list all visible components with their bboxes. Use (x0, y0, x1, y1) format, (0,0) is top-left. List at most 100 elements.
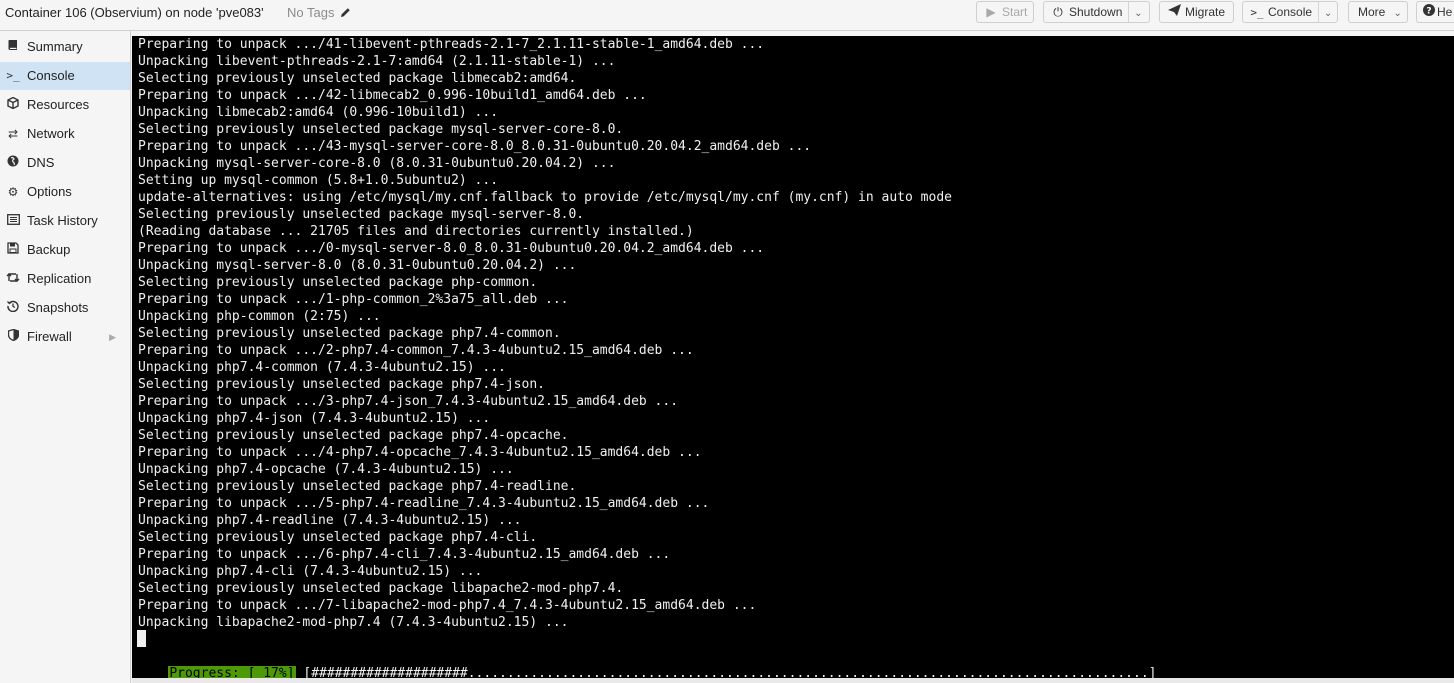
tags-label: No Tags (287, 5, 335, 20)
terminal-line: Unpacking libapache2-mod-php7.4 (7.4.3-4… (138, 615, 569, 630)
terminal-line: Selecting previously unselected package … (138, 326, 561, 341)
terminal-line: Selecting previously unselected package … (138, 71, 577, 86)
sidebar-item-network[interactable]: ⇄ Network (0, 120, 130, 148)
terminal-line: Selecting previously unselected package … (138, 530, 538, 545)
tags-editor[interactable]: No Tags (287, 5, 351, 20)
sidebar-item-label: Replication (27, 271, 92, 286)
sidebar-item-label: Task History (27, 213, 98, 228)
terminal-output: Preparing to unpack .../41-libevent-pthr… (138, 36, 952, 631)
sidebar-item-label: Backup (27, 242, 71, 257)
pencil-icon[interactable] (340, 7, 351, 18)
terminal-line: Preparing to unpack .../1-php-common_2%3… (138, 292, 569, 307)
sidebar-item-label: Network (27, 126, 75, 141)
sidebar-item-summary[interactable]: Summary (0, 33, 130, 61)
more-button[interactable]: More ⌄ (1348, 1, 1408, 23)
terminal-line: Selecting previously unselected package … (138, 428, 569, 443)
terminal-line: Unpacking php7.4-common (7.4.3-4ubuntu2.… (138, 360, 506, 375)
globe-icon (6, 149, 20, 177)
help-button[interactable]: ? He (1416, 1, 1454, 23)
progress-label: Progress: [ 17%] (168, 666, 296, 678)
sidebar-item-options[interactable]: ⚙ Options (0, 178, 130, 206)
terminal-line: Preparing to unpack .../41-libevent-pthr… (138, 37, 765, 52)
chevron-down-icon: ⌄ (1393, 8, 1402, 19)
sidebar-item-label: Snapshots (27, 300, 89, 315)
sidebar-item-resources[interactable]: Resources (0, 91, 130, 119)
sidebar-item-label: Resources (27, 97, 90, 112)
terminal-line: Unpacking libevent-pthreads-2.1-7:amd64 … (138, 54, 616, 69)
sidebar-item-backup[interactable]: Backup (0, 236, 130, 264)
sidebar-item-label: Options (27, 184, 72, 199)
start-button[interactable]: ▶ Start (976, 1, 1034, 23)
terminal-line: Unpacking mysql-server-core-8.0 (8.0.31-… (138, 156, 616, 171)
shutdown-label: Shutdown (1069, 5, 1123, 19)
terminal-line: Unpacking php7.4-opcache (7.4.3-4ubuntu2… (138, 462, 514, 477)
cube-icon (6, 91, 20, 119)
exchange-icon: ⇄ (7, 127, 19, 141)
terminal-line: Preparing to unpack .../5-php7.4-readlin… (138, 496, 710, 511)
migrate-label: Migrate (1185, 5, 1226, 19)
sidebar-item-label: DNS (27, 155, 55, 170)
terminal-line: (Reading database ... 21705 files and di… (138, 224, 694, 239)
terminal-line: Unpacking mysql-server-8.0 (8.0.31-0ubun… (138, 258, 577, 273)
sidebar-item-label: Firewall (27, 329, 72, 344)
sidebar-item-firewall[interactable]: Firewall ▶ (0, 323, 130, 351)
terminal-line: Unpacking php-common (2:75) ... (138, 309, 381, 324)
gear-icon: ⚙ (7, 185, 19, 199)
sidebar-item-snapshots[interactable]: Snapshots (0, 294, 130, 322)
svg-text:?: ? (1426, 7, 1431, 17)
start-label: Start (1002, 5, 1028, 19)
terminal-line: Unpacking libmecab2:amd64 (0.996-10build… (138, 105, 499, 120)
terminal-icon: >_ (6, 69, 20, 82)
send-icon (1166, 2, 1182, 22)
terminal-cursor (137, 630, 146, 647)
terminal-line: Selecting previously unselected package … (138, 207, 585, 222)
apt-progress: Progress: [ 17%] [####################..… (137, 648, 1156, 678)
terminal-line: Preparing to unpack .../2-php7.4-common_… (138, 343, 694, 358)
retweet-icon (6, 265, 20, 293)
terminal-line: Preparing to unpack .../6-php7.4-cli_7.4… (138, 547, 671, 562)
migrate-button[interactable]: Migrate (1159, 1, 1234, 23)
power-icon: ⏻ (1053, 5, 1063, 19)
terminal-line: update-alternatives: using /etc/mysql/my… (138, 190, 952, 205)
terminal-line: Unpacking php7.4-cli (7.4.3-4ubuntu2.15)… (138, 564, 483, 579)
book-icon (6, 33, 20, 61)
floppy-icon (6, 236, 20, 264)
console-bottom-edge (132, 678, 1454, 683)
shield-icon (6, 323, 20, 351)
terminal-line: Preparing to unpack .../43-mysql-server-… (138, 139, 812, 154)
terminal-line: Preparing to unpack .../42-libmecab2_0.9… (138, 88, 647, 103)
page-title: Container 106 (Observium) on node 'pve08… (5, 5, 264, 20)
more-label: More (1358, 5, 1386, 19)
chevron-down-icon[interactable]: ⌄ (1133, 4, 1143, 24)
terminal-line: Unpacking php7.4-json (7.4.3-4ubuntu2.15… (138, 411, 491, 426)
chevron-down-icon[interactable]: ⌄ (1323, 4, 1333, 24)
sidebar-item-dns[interactable]: DNS (0, 149, 130, 177)
console-button[interactable]: >_ Console ⌄ (1242, 1, 1338, 23)
sidebar: Summary >_ Console Resources ⇄ Network DNS… (0, 31, 131, 683)
progress-bar: [####################...................… (303, 666, 1157, 678)
top-toolbar: Container 106 (Observium) on node 'pve08… (0, 0, 1454, 31)
terminal-line: Unpacking php7.4-readline (7.4.3-4ubuntu… (138, 513, 522, 528)
terminal-line: Selecting previously unselected package … (138, 275, 538, 290)
terminal-line: Preparing to unpack .../3-php7.4-json_7.… (138, 394, 679, 409)
play-icon: ▶ (986, 5, 996, 19)
terminal-line: Selecting previously unselected package … (138, 122, 624, 137)
help-icon: ? (1423, 2, 1435, 22)
terminal-icon: >_ (1250, 6, 1264, 19)
shutdown-button[interactable]: ⏻ Shutdown ⌄ (1043, 1, 1150, 23)
terminal-line: Setting up mysql-common (5.8+1.0.5ubuntu… (138, 173, 499, 188)
terminal-line: Selecting previously unselected package … (138, 581, 624, 596)
sidebar-item-replication[interactable]: Replication (0, 265, 130, 293)
chevron-right-icon[interactable]: ▶ (109, 323, 116, 351)
console-terminal[interactable]: Preparing to unpack .../41-libevent-pthr… (132, 36, 1454, 678)
history-icon (6, 294, 20, 322)
terminal-line: Preparing to unpack .../0-mysql-server-8… (138, 241, 765, 256)
console-label: Console (1268, 5, 1313, 19)
sidebar-item-console[interactable]: >_ Console (0, 62, 130, 90)
help-label: He (1437, 5, 1453, 19)
terminal-line: Selecting previously unselected package … (138, 377, 545, 392)
terminal-line: Selecting previously unselected package … (138, 479, 577, 494)
sidebar-item-label: Console (27, 68, 75, 83)
terminal-line: Preparing to unpack .../7-libapache2-mod… (138, 598, 757, 613)
sidebar-item-task-history[interactable]: Task History (0, 207, 130, 235)
